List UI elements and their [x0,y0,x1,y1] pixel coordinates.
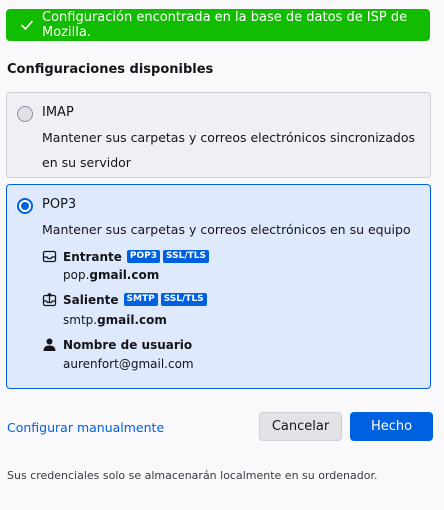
section-title: Configuraciones disponibles [7,62,214,77]
option-imap[interactable]: IMAP Mantener sus carpetas y correos ele… [6,92,431,178]
success-banner: Configuración encontrada en la base de d… [6,9,430,41]
imap-name: IMAP [42,105,74,120]
outgoing-row: Saliente SMTP SSL/TLS [42,292,210,307]
outgoing-host: smtp.gmail.com [63,313,167,327]
outgoing-security-badge: SSL/TLS [160,293,207,306]
pop3-radio[interactable] [17,198,33,214]
check-icon [20,18,34,32]
user-icon [42,337,57,352]
outgoing-label: Saliente [63,292,119,307]
username-label: Nombre de usuario [63,337,193,352]
configure-manually-link[interactable]: Configurar manualmente [7,420,164,435]
option-pop3[interactable]: POP3 Mantener sus carpetas y correos ele… [6,184,431,389]
username-row: Nombre de usuario [42,337,197,352]
incoming-label: Entrante [63,249,122,264]
pop3-description: Mantener sus carpetas y correos electrón… [42,222,411,237]
banner-text: Configuración encontrada en la base de d… [42,10,408,40]
incoming-protocol-badge: POP3 [126,250,161,263]
cancel-button[interactable]: Cancelar [259,412,342,441]
credentials-footnote: Sus credenciales solo se almacenarán loc… [7,469,378,482]
incoming-host: pop.gmail.com [63,268,160,282]
inbox-icon [42,249,57,264]
done-button[interactable]: Hecho [350,412,433,441]
outgoing-protocol-badge: SMTP [123,293,158,306]
username-value: aurenfort@gmail.com [63,357,194,371]
incoming-security-badge: SSL/TLS [163,250,209,263]
imap-radio[interactable] [17,106,33,122]
imap-description: Mantener sus carpetas y correos electrón… [42,130,415,170]
incoming-row: Entrante POP3 SSL/TLS [42,249,212,264]
pop3-name: POP3 [42,197,77,212]
outbox-icon [42,292,57,307]
